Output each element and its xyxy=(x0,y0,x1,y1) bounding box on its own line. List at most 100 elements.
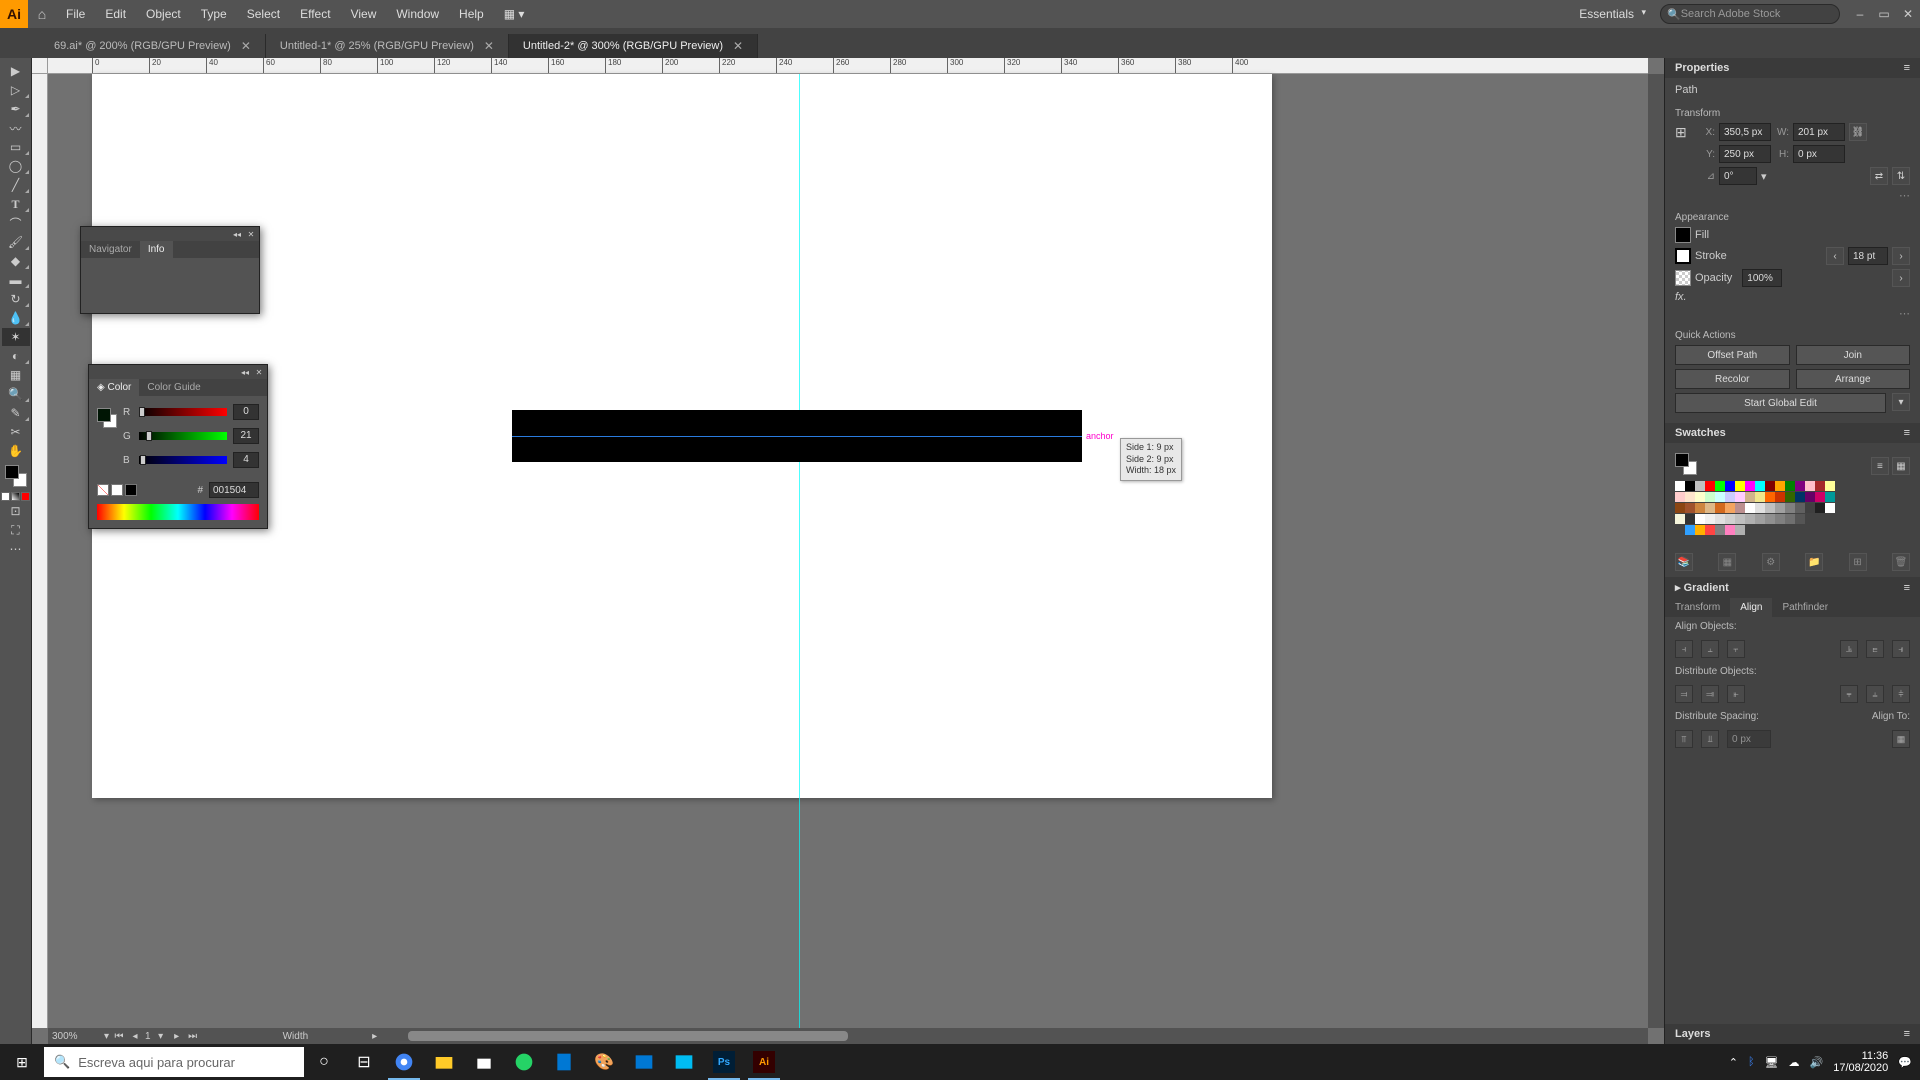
onedrive-icon[interactable]: ☁ xyxy=(1789,1056,1800,1069)
calculator-icon[interactable] xyxy=(544,1044,584,1080)
h-input[interactable] xyxy=(1793,145,1845,163)
align-left[interactable]: ⫞ xyxy=(1675,640,1693,658)
swatch-fill-stroke[interactable] xyxy=(1675,453,1697,475)
width-tool[interactable]: ✶ xyxy=(2,328,30,346)
swatch-cell[interactable] xyxy=(1735,503,1745,513)
recolor-button[interactable]: Recolor xyxy=(1675,369,1790,389)
panel-collapse-icon[interactable]: ◂◂ xyxy=(232,229,242,239)
swatch-cell[interactable] xyxy=(1715,481,1725,491)
menu-edit[interactable]: Edit xyxy=(95,0,136,28)
last-artboard[interactable]: ⏭ xyxy=(187,1031,199,1042)
new-swatch-icon[interactable]: ⊞ xyxy=(1849,553,1867,571)
vertical-guide[interactable] xyxy=(799,74,800,1028)
swatch-cell[interactable] xyxy=(1755,492,1765,502)
swatch-cell[interactable] xyxy=(1735,481,1745,491)
panel-close-icon[interactable]: ✕ xyxy=(246,229,256,239)
offset-path-button[interactable]: Offset Path xyxy=(1675,345,1790,365)
flip-h-icon[interactable]: ⇄ xyxy=(1870,167,1888,185)
illustrator-icon[interactable]: Ai xyxy=(744,1044,784,1080)
menu-file[interactable]: File xyxy=(56,0,95,28)
swatch-list-view[interactable]: ≡ xyxy=(1871,457,1889,475)
swatch-cell[interactable] xyxy=(1695,492,1705,502)
swatch-cell[interactable] xyxy=(1765,503,1775,513)
maximize-button[interactable]: ▭ xyxy=(1872,0,1896,28)
swatch-cell[interactable] xyxy=(1725,514,1735,524)
swatch-cell[interactable] xyxy=(1785,481,1795,491)
zoom-level[interactable] xyxy=(52,1031,100,1042)
swatch-cell[interactable] xyxy=(1695,503,1705,513)
blend-tool[interactable]: ✎ xyxy=(2,404,30,422)
swatch-cell[interactable] xyxy=(1685,525,1695,535)
swatch-cell[interactable] xyxy=(1795,481,1805,491)
pen-tool[interactable]: ✒ xyxy=(2,100,30,118)
paint-icon[interactable]: 🎨 xyxy=(584,1044,624,1080)
swatch-cell[interactable] xyxy=(1815,503,1825,513)
swatch-cell[interactable] xyxy=(1805,481,1815,491)
artboard-region[interactable]: anchor Side 1: 9 px Side 2: 9 px Width: … xyxy=(48,74,1648,1028)
global-edit-button[interactable]: Start Global Edit xyxy=(1675,393,1886,413)
fill-stroke-swatch[interactable] xyxy=(5,465,27,487)
outlook-icon[interactable] xyxy=(624,1044,664,1080)
swatch-cell[interactable] xyxy=(1825,503,1835,513)
ruler-vertical[interactable] xyxy=(32,74,48,1028)
first-artboard[interactable]: ⏮ xyxy=(113,1031,125,1042)
swatch-cell[interactable] xyxy=(1725,492,1735,502)
scroll-thumb[interactable] xyxy=(408,1031,848,1041)
global-edit-dropdown[interactable]: ▾ xyxy=(1892,393,1910,411)
swatch-cell[interactable] xyxy=(1745,481,1755,491)
swatch-cell[interactable] xyxy=(1725,481,1735,491)
swatch-cell[interactable] xyxy=(1705,481,1715,491)
swatch-cell[interactable] xyxy=(1725,525,1735,535)
swatch-cell[interactable] xyxy=(1785,503,1795,513)
spacing-input[interactable] xyxy=(1727,730,1771,748)
explorer-icon[interactable] xyxy=(424,1044,464,1080)
arrange-button[interactable]: Arrange xyxy=(1796,369,1911,389)
network-icon[interactable]: 🖥 xyxy=(1765,1056,1779,1069)
close-button[interactable]: ✕ xyxy=(1896,0,1920,28)
swatch-cell[interactable] xyxy=(1825,492,1835,502)
next-artboard[interactable]: ▸ xyxy=(171,1031,183,1042)
swatch-cell[interactable] xyxy=(1705,525,1715,535)
g-value[interactable]: 21 xyxy=(233,428,259,444)
swatch-cell[interactable] xyxy=(1685,492,1695,502)
document-tab[interactable]: Untitled-2* @ 300% (RGB/GPU Preview)✕ xyxy=(509,34,758,58)
swatch-cell[interactable] xyxy=(1715,514,1725,524)
color-panel[interactable]: ◂◂✕ ◈ ColorColor Guide R0 G21 B4 # xyxy=(88,364,268,529)
swatch-cell[interactable] xyxy=(1675,525,1685,535)
start-button[interactable]: ⊞ xyxy=(0,1044,44,1080)
gradient-tool[interactable]: ▦ xyxy=(2,366,30,384)
swatch-cell[interactable] xyxy=(1745,503,1755,513)
align-bottom[interactable]: ⫣ xyxy=(1892,640,1910,658)
document-tab[interactable]: 69.ai* @ 200% (RGB/GPU Preview)✕ xyxy=(40,34,266,58)
swatch-cell[interactable] xyxy=(1775,492,1785,502)
tab-close-icon[interactable]: ✕ xyxy=(733,39,743,53)
swatch-cell[interactable] xyxy=(1675,481,1685,491)
minimize-button[interactable]: – xyxy=(1848,0,1872,28)
layers-header[interactable]: Layers≡ xyxy=(1665,1024,1920,1044)
swatch-cell[interactable] xyxy=(1825,481,1835,491)
swatch-cell[interactable] xyxy=(1815,481,1825,491)
w-input[interactable] xyxy=(1793,123,1845,141)
screen-mode[interactable]: ⛶ xyxy=(2,521,30,539)
align-tab-transform[interactable]: Transform xyxy=(1665,598,1730,617)
swatch-cell[interactable] xyxy=(1815,492,1825,502)
rectangle-tool[interactable]: ▭ xyxy=(2,138,30,156)
swatch-cell[interactable] xyxy=(1765,492,1775,502)
ellipse-tool[interactable]: ◯ xyxy=(2,157,30,175)
swatch-cell[interactable] xyxy=(1715,525,1725,535)
dist-bottom[interactable]: ⫦ xyxy=(1727,685,1745,703)
r-value[interactable]: 0 xyxy=(233,404,259,420)
bluetooth-icon[interactable]: ᛒ xyxy=(1748,1056,1755,1068)
swatch-cell[interactable] xyxy=(1685,481,1695,491)
edit-toolbar[interactable]: ⋯ xyxy=(2,540,30,558)
clock[interactable]: 11:3617/08/2020 xyxy=(1833,1050,1888,1074)
swatch-lib-icon[interactable]: 📚 xyxy=(1675,553,1693,571)
swatch-cell[interactable] xyxy=(1735,525,1745,535)
menu-view[interactable]: View xyxy=(341,0,387,28)
swatch-cell[interactable] xyxy=(1675,492,1685,502)
play-icon[interactable]: ▸ xyxy=(372,1031,377,1042)
new-group-icon[interactable]: 📁 xyxy=(1805,553,1823,571)
tab-close-icon[interactable]: ✕ xyxy=(484,39,494,53)
swatch-cell[interactable] xyxy=(1735,492,1745,502)
properties-header[interactable]: Properties≡ xyxy=(1665,58,1920,78)
